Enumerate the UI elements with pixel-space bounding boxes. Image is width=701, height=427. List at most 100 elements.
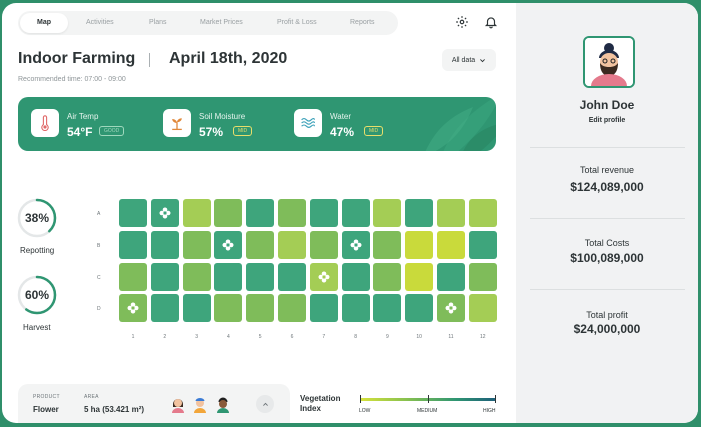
grid-cell-B2[interactable] [150, 230, 179, 259]
grid-cell-A3[interactable] [182, 199, 211, 227]
grid-cell-B4[interactable] [214, 230, 243, 259]
tab-market-prices[interactable]: Market Prices [200, 19, 243, 26]
grid-cell-A11[interactable] [437, 199, 465, 227]
grid-cell-A2[interactable] [150, 199, 179, 227]
harvest-ring: 60% [17, 275, 57, 315]
grid-cell-D1[interactable] [119, 294, 147, 323]
team-avatar-2[interactable] [192, 395, 208, 413]
product-label: PRODUCT [33, 394, 60, 400]
grid-cell-D12[interactable] [468, 294, 497, 323]
metric-label: Soil Moisture [199, 112, 246, 121]
grid-cell-D7[interactable] [309, 294, 338, 323]
grid-cell-A5[interactable] [246, 199, 275, 227]
grid-cell-A9[interactable] [373, 199, 402, 227]
grid-col-label: 6 [290, 334, 294, 340]
total-revenue-value: $124,089,000 [570, 180, 644, 194]
repotting-label: Repotting [20, 246, 55, 255]
grid-cell-B6[interactable] [278, 230, 306, 259]
grid-cell-C7[interactable] [309, 262, 338, 291]
grid-cell-A6[interactable] [278, 199, 306, 227]
grid-row-label: C [97, 274, 101, 281]
area-value: 5 ha (53.421 m²) [84, 405, 145, 414]
flower-icon [445, 302, 457, 314]
grid-cell-A10[interactable] [405, 199, 434, 227]
status-badge: MID [233, 126, 253, 136]
tab-map[interactable]: Map [37, 19, 51, 26]
grid-cell-D5[interactable] [246, 294, 275, 323]
grid-cell-D4[interactable] [214, 294, 243, 323]
team-avatar-1[interactable] [170, 395, 186, 413]
grid-col-label: 4 [227, 334, 230, 340]
grid-cell-B10[interactable] [405, 230, 434, 259]
vegetation-high-label: HIGH [483, 408, 496, 414]
grid-cell-B7[interactable] [309, 230, 338, 259]
grid-cell-C4[interactable] [214, 262, 243, 291]
grid-cell-C1[interactable] [119, 262, 147, 291]
page-date: April 18th, 2020 [169, 50, 288, 67]
grid-cell-C10[interactable] [405, 262, 434, 291]
grid-cell-B9[interactable] [373, 230, 402, 259]
total-profit-label: Total profit [586, 310, 628, 320]
data-filter-dropdown[interactable]: All data [442, 49, 496, 71]
grid-cell-C3[interactable] [182, 262, 211, 291]
edit-profile-link[interactable]: Edit profile [516, 117, 698, 124]
grid-cell-B8[interactable] [341, 230, 370, 259]
vegetation-medium-label: MEDIUM [417, 408, 438, 414]
notifications-button[interactable] [482, 13, 500, 31]
flower-icon [222, 239, 234, 251]
grid-col-label: 12 [480, 334, 486, 340]
grid-row-label: B [97, 242, 101, 249]
stat-divider [530, 289, 685, 290]
grid-cell-B12[interactable] [468, 230, 497, 259]
grid-cell-C8[interactable] [341, 262, 370, 291]
grid-cell-D6[interactable] [278, 294, 306, 323]
grid-cell-A12[interactable] [468, 199, 497, 227]
grid-cell-C9[interactable] [373, 262, 402, 291]
grid-cell-B5[interactable] [246, 230, 275, 259]
grid-cell-C6[interactable] [278, 262, 306, 291]
grid-cell-D9[interactable] [373, 294, 402, 323]
grid-cell-D10[interactable] [405, 294, 434, 323]
product-card [18, 384, 290, 423]
harvest-percent: 60% [24, 288, 50, 302]
grid-cell-C11[interactable] [437, 262, 465, 291]
vegetation-index-title: Vegetation Index [300, 394, 340, 414]
grid-cell-D3[interactable] [182, 294, 211, 323]
tab-plans[interactable]: Plans [149, 19, 167, 26]
grid-cell-D2[interactable] [150, 294, 179, 323]
tab-activities[interactable]: Activities [86, 19, 114, 26]
metric-value: 57% [199, 125, 224, 139]
expand-button[interactable] [256, 395, 274, 413]
grid-cell-D8[interactable] [341, 294, 370, 323]
tab-profit-loss[interactable]: Profit & Loss [277, 19, 317, 26]
grid-cell-A7[interactable] [309, 199, 338, 227]
chevron-up-icon [262, 402, 268, 406]
grid-col-label: 5 [258, 334, 262, 340]
grid-cell-B1[interactable] [119, 230, 147, 259]
grid-cell-A8[interactable] [341, 199, 370, 227]
tab-reports[interactable]: Reports [350, 19, 375, 26]
background-frame: Map Activities Plans Market Prices Profi… [0, 0, 701, 427]
grid-cell-A1[interactable] [119, 199, 147, 227]
grid-cell-C2[interactable] [150, 262, 179, 291]
metric-label: Air Temp [67, 112, 99, 121]
grid-cell-C12[interactable] [468, 262, 497, 291]
grid-cell-C5[interactable] [246, 262, 275, 291]
profile-name: John Doe [579, 98, 635, 112]
total-costs-label: Total Costs [584, 238, 630, 248]
team-avatar-3[interactable] [215, 395, 231, 413]
grid-cell-D11[interactable] [437, 294, 465, 323]
metric-label: Water [330, 112, 352, 121]
harvest-label: Harvest [23, 323, 51, 332]
sprout-icon [163, 109, 191, 137]
grid-cell-A4[interactable] [214, 199, 243, 227]
flower-icon [127, 302, 139, 314]
area-label: AREA [84, 394, 99, 400]
grid-cell-B11[interactable] [437, 230, 465, 259]
total-profit-value: $24,000,000 [573, 322, 641, 336]
grid-cell-B3[interactable] [182, 230, 211, 259]
settings-button[interactable] [453, 13, 471, 31]
profile-avatar[interactable] [583, 36, 635, 88]
vegetation-tick-medium [428, 395, 429, 403]
flower-icon [159, 207, 171, 219]
